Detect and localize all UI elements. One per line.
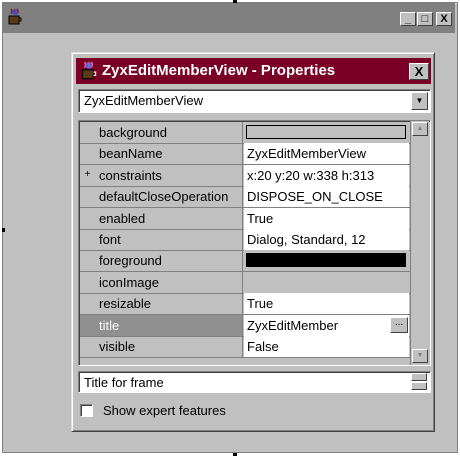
spin-down-icon[interactable] xyxy=(411,382,427,390)
maximize-icon: □ xyxy=(421,13,429,25)
property-name[interactable]: iconImage xyxy=(80,272,243,293)
property-row-font[interactable]: font Dialog, Standard, 12 xyxy=(80,229,410,251)
bean-select[interactable]: ZyxEditMemberView xyxy=(78,89,431,113)
scroll-up-icon[interactable]: ▲ xyxy=(412,122,428,136)
property-value[interactable]: DISPOSE_ON_CLOSE xyxy=(244,186,409,207)
property-value[interactable]: x:20 y:20 w:338 h:313 xyxy=(244,165,409,186)
close-icon: X xyxy=(414,64,424,79)
property-row-title[interactable]: title ZyxEditMember... xyxy=(80,315,410,337)
dialog-coffee-icon[interactable] xyxy=(79,61,99,81)
property-value-text: x:20 y:20 w:338 h:313 xyxy=(247,168,375,183)
resize-mark-left xyxy=(2,228,5,232)
minimize-icon: _ xyxy=(404,13,412,25)
property-value-text: DISPOSE_ON_CLOSE xyxy=(247,189,383,204)
dialog-title-bar[interactable]: ZyxEditMemberView - Properties xyxy=(76,58,431,84)
property-row-iconImage[interactable]: iconImage xyxy=(80,272,410,294)
color-swatch[interactable] xyxy=(246,125,406,139)
description-scroller[interactable] xyxy=(411,373,428,391)
property-name[interactable]: enabled xyxy=(80,208,243,229)
property-row-foreground[interactable]: foreground xyxy=(80,250,410,272)
property-value[interactable] xyxy=(244,122,409,143)
minimize-button[interactable]: _ xyxy=(400,12,416,26)
property-name[interactable]: font xyxy=(80,229,243,250)
dialog-title: ZyxEditMemberView - Properties xyxy=(102,62,336,79)
dialog-close-button[interactable]: X xyxy=(409,63,429,80)
property-row-constraints[interactable]: constraints + x:20 y:20 w:338 h:313 xyxy=(80,165,410,187)
outer-title-bar[interactable] xyxy=(3,3,455,33)
property-name[interactable]: foreground xyxy=(80,250,243,271)
description-text: Title for frame xyxy=(84,375,164,390)
scroll-down-icon[interactable]: ▼ xyxy=(412,349,428,363)
property-value-text: True xyxy=(247,211,274,226)
property-value-text: ZyxEditMemberView xyxy=(247,146,366,161)
property-value[interactable]: ZyxEditMemberView xyxy=(244,143,409,164)
property-name[interactable]: constraints xyxy=(80,165,243,186)
property-value[interactable] xyxy=(244,272,409,293)
property-value[interactable]: True xyxy=(244,293,409,314)
property-name[interactable]: background xyxy=(80,122,243,143)
expand-icon[interactable]: + xyxy=(83,170,92,180)
close-icon: X xyxy=(440,13,448,25)
property-name[interactable]: beanName xyxy=(80,143,243,164)
property-value[interactable]: ZyxEditMember xyxy=(244,315,409,336)
property-value-text: ZyxEditMember xyxy=(247,318,339,333)
bean-select-value: ZyxEditMemberView xyxy=(84,93,203,108)
property-name[interactable]: title xyxy=(80,315,243,336)
color-swatch[interactable] xyxy=(246,253,406,267)
table-scrollbar[interactable]: ▲ ▼ xyxy=(410,121,429,365)
property-value-text: True xyxy=(247,296,274,311)
app-coffee-icon[interactable] xyxy=(6,8,24,26)
dropdown-arrow-icon[interactable]: ▼ xyxy=(411,92,428,110)
property-row-background[interactable]: background xyxy=(80,122,410,144)
property-value-text: Dialog, Standard, 12 xyxy=(247,232,366,247)
spin-up-icon[interactable] xyxy=(411,373,427,381)
close-button[interactable]: X xyxy=(436,12,452,26)
property-name[interactable]: resizable xyxy=(80,293,243,314)
show-expert-label: Show expert features xyxy=(103,403,226,418)
property-name[interactable]: visible xyxy=(80,336,243,357)
property-value-text: False xyxy=(247,339,279,354)
property-description: Title for frame xyxy=(78,371,431,393)
show-expert-checkbox[interactable] xyxy=(80,404,93,417)
maximize-button[interactable]: □ xyxy=(417,12,433,26)
property-value[interactable]: True xyxy=(244,208,409,229)
property-row-visible[interactable]: visible False xyxy=(80,336,410,358)
ellipsis-button[interactable]: ... xyxy=(390,317,408,333)
property-value[interactable]: Dialog, Standard, 12 xyxy=(244,229,409,250)
property-row-enabled[interactable]: enabled True xyxy=(80,208,410,230)
property-name[interactable]: defaultCloseOperation xyxy=(80,186,243,207)
property-value[interactable]: False xyxy=(244,336,409,357)
property-row-beanName[interactable]: beanName ZyxEditMemberView xyxy=(80,143,410,165)
property-row-defaultCloseOperation[interactable]: defaultCloseOperation DISPOSE_ON_CLOSE xyxy=(80,186,410,208)
property-row-resizable[interactable]: resizable True xyxy=(80,293,410,315)
property-value[interactable] xyxy=(244,250,409,271)
resize-mark-bottom xyxy=(233,453,237,456)
resize-mark-top xyxy=(233,0,237,3)
